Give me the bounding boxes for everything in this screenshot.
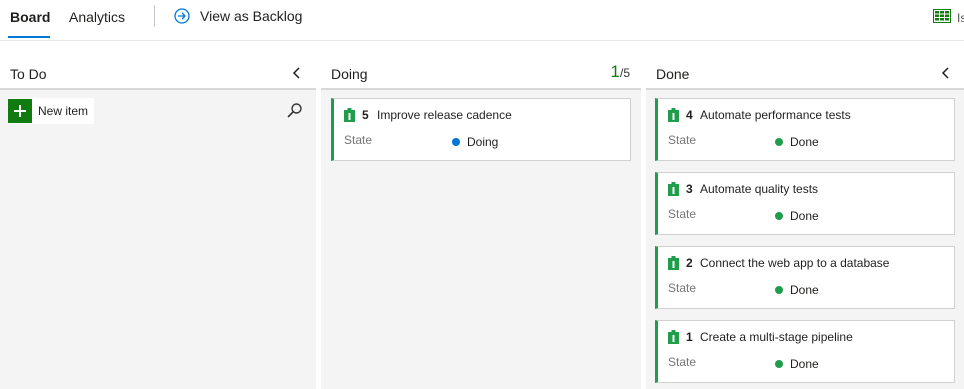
column-done: Done 4 Automate performance tests State …: [646, 41, 964, 389]
column-header-doing: Doing 1/5: [321, 41, 641, 90]
work-item-field-label: State: [344, 133, 373, 147]
column-body-doing: 5 Improve release cadence State Doing: [321, 90, 641, 389]
work-item-title[interactable]: Automate performance tests: [700, 108, 851, 122]
product-backlog-item-icon: [668, 108, 679, 122]
work-item-field-label: State: [668, 133, 697, 147]
tab-analytics[interactable]: Analytics: [69, 9, 125, 25]
tab-board[interactable]: Board: [10, 9, 50, 25]
work-item-state-value: Done: [790, 357, 819, 371]
work-item-id: 1: [686, 330, 693, 344]
wip-current-count: 1: [610, 62, 620, 81]
work-item-field-label: State: [668, 207, 697, 221]
view-as-backlog-label: View as Backlog: [200, 8, 303, 24]
state-dot-icon: [775, 212, 783, 220]
work-item-id: 5: [362, 108, 369, 122]
column-header-todo: To Do: [0, 41, 316, 90]
view-as-backlog-link[interactable]: View as Backlog: [174, 8, 302, 24]
work-item-title[interactable]: Connect the web app to a database: [700, 256, 889, 270]
work-item-field-label: State: [668, 355, 697, 369]
work-item-id: 3: [686, 182, 693, 196]
work-item-id: 4: [686, 108, 693, 122]
state-dot-icon: [452, 138, 460, 146]
work-item-state[interactable]: Done: [775, 209, 819, 223]
truncated-toolbar-text[interactable]: Is: [957, 11, 964, 25]
column-title-done: Done: [656, 66, 690, 82]
toolbar-divider: [154, 5, 155, 27]
work-item-card[interactable]: 4 Automate performance tests State Done: [655, 98, 955, 161]
column-title-doing: Doing: [331, 66, 368, 82]
product-backlog-item-icon: [344, 108, 355, 122]
work-item-id: 2: [686, 256, 693, 270]
column-todo: To Do New item: [0, 41, 316, 389]
wip-limit-indicator: 1/5: [611, 62, 630, 82]
search-icon[interactable]: [287, 102, 303, 118]
work-item-card[interactable]: 5 Improve release cadence State Doing: [331, 98, 631, 161]
work-item-state[interactable]: Doing: [452, 135, 498, 149]
work-item-state-value: Done: [790, 135, 819, 149]
state-dot-icon: [775, 360, 783, 368]
active-tab-indicator: [8, 36, 50, 38]
work-item-title[interactable]: Automate quality tests: [700, 182, 818, 196]
work-item-title[interactable]: Improve release cadence: [377, 108, 512, 122]
work-item-state[interactable]: Done: [775, 283, 819, 297]
column-doing: Doing 1/5 5 Improve release cadence Stat…: [321, 41, 641, 389]
product-backlog-item-icon: [668, 330, 679, 344]
column-body-done: 4 Automate performance tests State Done …: [646, 90, 964, 389]
new-item-label: New item: [38, 104, 89, 118]
product-backlog-item-icon: [668, 256, 679, 270]
plus-icon: [8, 99, 32, 123]
work-item-state[interactable]: Done: [775, 135, 819, 149]
work-item-card[interactable]: 2 Connect the web app to a database Stat…: [655, 246, 955, 309]
work-item-state-value: Done: [790, 283, 819, 297]
board-toolbar: Board Analytics View as Backlog Is: [0, 0, 964, 41]
work-item-state[interactable]: Done: [775, 357, 819, 371]
spreadsheet-icon[interactable]: [933, 9, 951, 23]
state-dot-icon: [775, 286, 783, 294]
arrow-circle-right-icon: [174, 8, 190, 24]
chevron-left-icon[interactable]: [941, 67, 951, 79]
new-item-button[interactable]: New item: [8, 98, 95, 124]
product-backlog-item-icon: [668, 182, 679, 196]
column-header-done: Done: [646, 41, 964, 90]
work-item-state-value: Doing: [467, 135, 499, 149]
work-item-card[interactable]: 3 Automate quality tests State Done: [655, 172, 955, 235]
column-title-todo: To Do: [10, 66, 47, 82]
work-item-state-value: Done: [790, 209, 819, 223]
column-body-todo: New item: [0, 90, 316, 389]
work-item-card[interactable]: 1 Create a multi-stage pipeline State Do…: [655, 320, 955, 383]
chevron-left-icon[interactable]: [292, 67, 302, 79]
wip-limit-value: /5: [619, 66, 630, 80]
state-dot-icon: [775, 138, 783, 146]
work-item-field-label: State: [668, 281, 697, 295]
work-item-title[interactable]: Create a multi-stage pipeline: [700, 330, 853, 344]
